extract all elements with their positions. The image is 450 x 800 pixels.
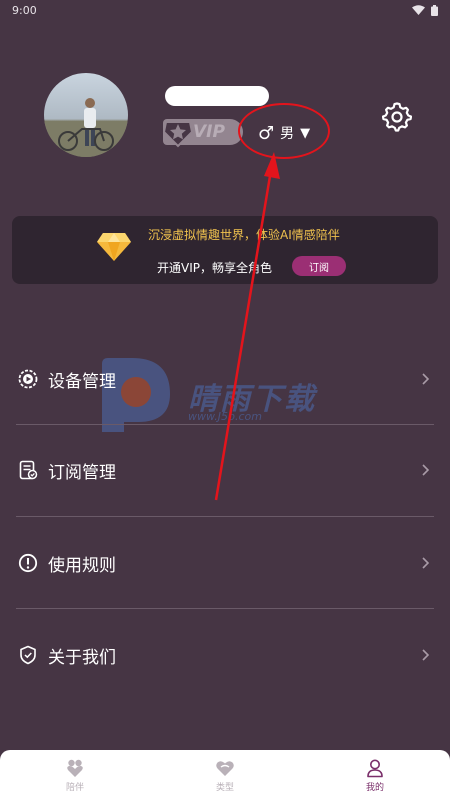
promo-subline: 开通VIP，畅享全角色 — [157, 261, 272, 275]
profile-icon — [367, 759, 383, 777]
status-time: 9:00 — [12, 3, 37, 17]
menu-item-label: 订阅管理 — [48, 462, 116, 483]
avatar-photo — [44, 98, 128, 157]
username-redacted — [165, 86, 269, 106]
status-bar: 9:00 — [0, 0, 450, 20]
tab-label: 陪伴 — [65, 782, 84, 793]
companion-icon — [67, 759, 83, 777]
status-icons — [412, 4, 438, 16]
vip-star-icon — [162, 121, 194, 148]
device-icon — [18, 369, 38, 389]
chevron-right-icon — [422, 464, 430, 476]
menu-item-subscription-management[interactable]: 订阅管理 — [16, 424, 434, 516]
subscription-icon — [19, 460, 38, 480]
chevron-right-icon — [422, 649, 430, 661]
shield-icon — [20, 645, 36, 665]
tab-label: 我的 — [365, 782, 384, 793]
menu-item-about-us[interactable]: 关于我们 — [16, 609, 434, 701]
chevron-right-icon — [422, 557, 430, 569]
vip-label: VIP — [193, 122, 225, 142]
vip-promo-card[interactable]: 沉浸虚拟情趣世界，体验AI情感陪伴 开通VIP，畅享全角色 订阅 — [12, 216, 438, 284]
menu-item-usage-rules[interactable]: 使用规则 — [16, 517, 434, 609]
menu-item-label: 设备管理 — [48, 371, 116, 392]
tab-mine[interactable]: 我的 — [300, 750, 450, 800]
wifi-icon — [412, 5, 425, 15]
menu-item-label: 使用规则 — [48, 555, 116, 576]
gear-icon[interactable] — [382, 102, 412, 132]
avatar[interactable] — [44, 73, 128, 157]
tab-companion[interactable]: 陪伴 — [0, 750, 150, 800]
tab-label: 类型 — [215, 782, 234, 793]
promo-headline: 沉浸虚拟情趣世界，体验AI情感陪伴 — [148, 228, 340, 242]
tab-type[interactable]: 类型 — [150, 750, 300, 800]
battery-icon — [431, 4, 438, 16]
chevron-right-icon — [422, 373, 430, 385]
vip-badge[interactable]: VIP — [162, 119, 243, 148]
menu-item-device-management[interactable]: 设备管理 — [16, 333, 434, 425]
bottom-nav: 陪伴 类型 我的 — [0, 750, 450, 800]
menu-item-label: 关于我们 — [48, 647, 116, 668]
heart-type-icon — [216, 760, 234, 776]
annotation-highlight-ellipse — [238, 103, 330, 159]
subscribe-button[interactable]: 订阅 — [292, 256, 346, 276]
diamond-icon — [97, 233, 131, 261]
info-icon — [18, 553, 38, 573]
